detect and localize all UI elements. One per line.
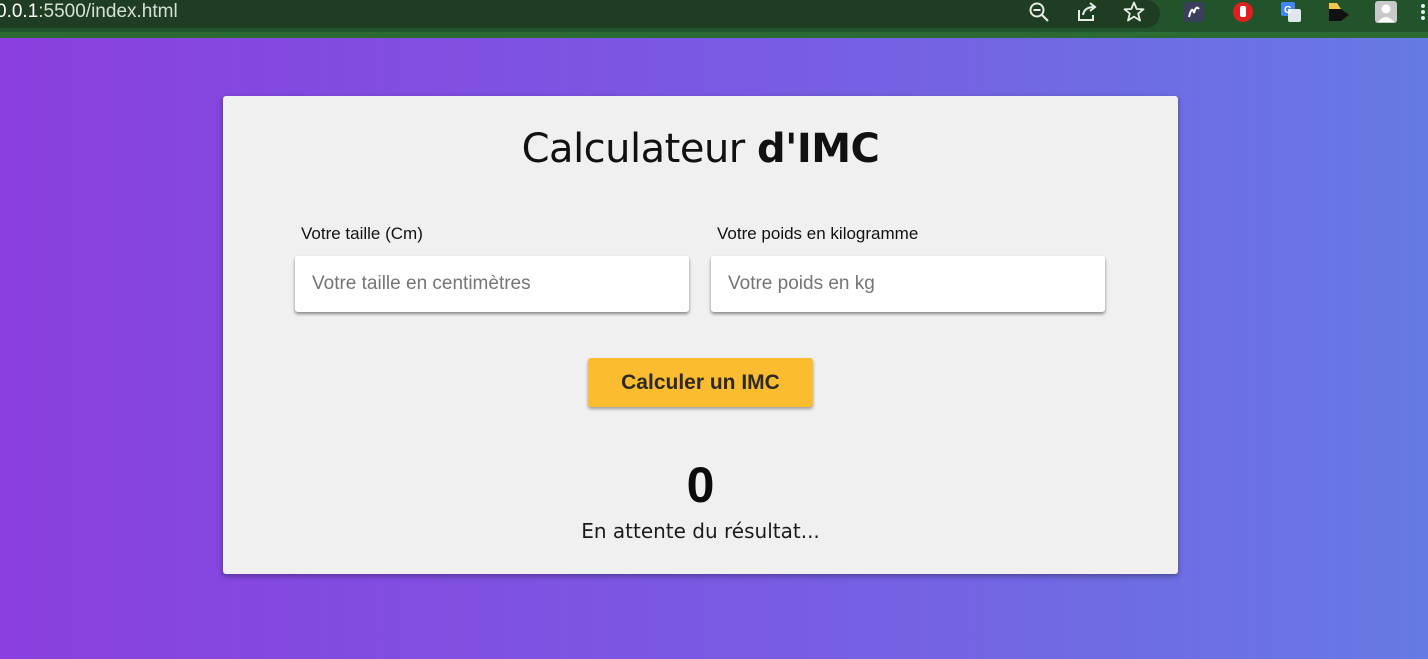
zoom-out-icon[interactable] bbox=[1026, 0, 1052, 24]
share-icon[interactable] bbox=[1074, 0, 1100, 24]
stop-hand-extension-icon[interactable] bbox=[1231, 0, 1255, 24]
bmi-calculator-card: Calculateur d'IMC Votre taille (Cm) Votr… bbox=[223, 96, 1178, 574]
bmi-result-value: 0 bbox=[686, 457, 715, 513]
height-input[interactable] bbox=[295, 256, 689, 312]
url-text[interactable]: 0.0.1:5500/index.html bbox=[0, 1, 178, 25]
page-title: Calculateur d'IMC bbox=[223, 126, 1178, 172]
title-light: Calculateur bbox=[521, 126, 757, 172]
svg-text:G: G bbox=[1284, 5, 1292, 16]
result-status-text: En attente du résultat... bbox=[581, 519, 820, 543]
url-path: :5500/index.html bbox=[38, 1, 178, 22]
title-bold: d'IMC bbox=[756, 126, 880, 172]
tag-extension-icon[interactable] bbox=[1327, 0, 1351, 24]
google-translate-extension-icon[interactable]: G bbox=[1279, 0, 1303, 24]
menu-icon[interactable] bbox=[1418, 0, 1428, 24]
height-label: Votre taille (Cm) bbox=[301, 224, 423, 243]
browser-toolbar: 0.0.1:5500/index.html G bbox=[0, 0, 1428, 32]
weight-input[interactable] bbox=[711, 256, 1105, 312]
address-bar[interactable]: 0.0.1:5500/index.html bbox=[0, 0, 1160, 28]
bookmark-star-icon[interactable] bbox=[1121, 0, 1147, 24]
calculate-button[interactable]: Calculer un IMC bbox=[588, 358, 813, 407]
url-host: 0.0.1 bbox=[0, 1, 39, 22]
page-background: Calculateur d'IMC Votre taille (Cm) Votr… bbox=[0, 38, 1428, 659]
profile-avatar-icon[interactable] bbox=[1374, 0, 1398, 24]
weight-label: Votre poids en kilogramme bbox=[717, 224, 919, 243]
wave-extension-icon[interactable] bbox=[1182, 0, 1206, 24]
